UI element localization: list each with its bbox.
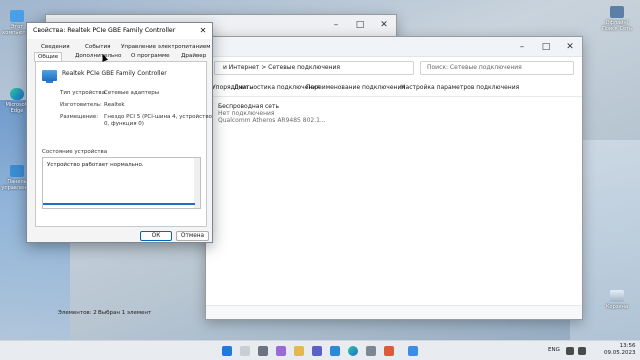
rename-button[interactable]: Переименование подключения <box>306 84 405 91</box>
taskbar: ENG 13:56 09.05.2023 <box>0 340 640 360</box>
volume-icon[interactable] <box>578 347 586 355</box>
edge-icon <box>10 88 24 100</box>
computer-icon <box>10 10 24 22</box>
office-icon[interactable] <box>384 346 394 356</box>
network-connections-taskbar-icon[interactable] <box>408 346 418 356</box>
list-item-wireless[interactable]: Беспроводная сеть Нет подключения Qualco… <box>218 103 326 124</box>
teams-icon[interactable] <box>312 346 322 356</box>
manufacturer-value: Realtek <box>104 102 125 108</box>
item-count: Элементов: 2 <box>58 310 97 316</box>
clock[interactable]: 13:56 09.05.2023 <box>604 343 636 357</box>
dialog-title: Свойства: Realtek PCIe GBE Family Contro… <box>27 23 212 39</box>
network-adapter-icon <box>42 70 57 83</box>
edge-icon[interactable] <box>348 346 358 356</box>
selected-count: Выбран 1 элемент <box>98 310 152 316</box>
tab-events[interactable]: События <box>85 44 110 50</box>
desktop-icon-network[interactable]: Офлайн/Поиск Сеть <box>600 6 634 32</box>
location-value: Гнездо PCI 5 (PCI-шина 4, устройство 0, … <box>104 114 212 127</box>
command-bar: Упорядочить Диагностика подключения Пере… <box>206 79 582 97</box>
status-group-label: Состояние устройства <box>42 149 108 155</box>
store-icon[interactable] <box>330 346 340 356</box>
minimize-icon[interactable]: – <box>324 15 348 35</box>
close-icon[interactable]: ✕ <box>194 23 212 39</box>
wifi-icon[interactable] <box>566 347 574 355</box>
address-bar-row: и Интернет > Сетевые подключения Поиск: … <box>214 61 574 75</box>
tab-driver[interactable]: Драйвер <box>181 53 206 59</box>
task-view-icon[interactable] <box>258 346 268 356</box>
minimize-icon[interactable]: – <box>510 37 534 57</box>
address-bar[interactable]: и Интернет > Сетевые подключения <box>214 61 414 75</box>
focus-underline <box>43 203 195 205</box>
search-input[interactable]: Поиск: Сетевые подключения <box>420 61 574 75</box>
desktop-icon-recycle-bin[interactable]: Корзина <box>600 290 634 310</box>
location-label: Размещение: <box>60 114 99 120</box>
scrollbar[interactable] <box>194 158 200 208</box>
maximize-icon[interactable]: □ <box>534 37 558 57</box>
cancel-button[interactable]: Отмена <box>176 231 209 241</box>
manufacturer-label: Изготовитель: <box>60 102 102 108</box>
device-name: Realtek PCIe GBE Family Controller <box>62 70 167 77</box>
language-indicator[interactable]: ENG <box>548 347 560 354</box>
properties-dialog[interactable]: Свойства: Realtek PCIe GBE Family Contro… <box>26 22 213 243</box>
adapter-name: Беспроводная сеть <box>218 103 280 110</box>
date: 09.05.2023 <box>604 350 636 356</box>
network-icon <box>610 6 624 18</box>
file-explorer-icon[interactable] <box>294 346 304 356</box>
type-value: Сетевые адаптеры <box>104 90 160 96</box>
time: 13:56 <box>619 343 636 349</box>
type-label: Тип устройства: <box>60 90 107 96</box>
recycle-bin-icon <box>610 290 624 302</box>
adapter-device: Qualcomm Atheros AR9485 802.1... <box>218 117 326 124</box>
device-status-text: Устройство работает нормально. <box>47 162 144 168</box>
settings-gear-icon[interactable] <box>366 346 376 356</box>
search-icon[interactable] <box>240 346 250 356</box>
start-icon[interactable] <box>222 346 232 356</box>
maximize-icon[interactable]: □ <box>348 15 372 35</box>
general-panel: Realtek PCIe GBE Family Controller Тип у… <box>35 61 212 227</box>
tab-power-management[interactable]: Управление электропитанием <box>121 44 211 50</box>
ok-button[interactable]: ОК <box>140 231 172 241</box>
close-icon[interactable]: ✕ <box>558 37 582 57</box>
close-icon[interactable]: ✕ <box>372 15 396 35</box>
device-status-textarea[interactable]: Устройство работает нормально. <box>42 157 201 209</box>
tab-advanced[interactable]: Дополнительно <box>75 53 121 59</box>
settings-button[interactable]: Настройка параметров подключения <box>401 84 519 91</box>
control-panel-icon <box>10 165 24 177</box>
widgets-icon[interactable] <box>276 346 286 356</box>
network-connections-window[interactable]: – □ ✕ и Интернет > Сетевые подключения П… <box>58 36 583 320</box>
adapter-status: Нет подключения <box>218 110 275 117</box>
tab-strip: Сведения События Управление электропитан… <box>33 42 211 62</box>
tab-about[interactable]: О программе <box>131 53 170 59</box>
tab-details[interactable]: Сведения <box>41 44 70 50</box>
status-bar: Элементов: 2 Выбран 1 элемент <box>58 305 582 319</box>
